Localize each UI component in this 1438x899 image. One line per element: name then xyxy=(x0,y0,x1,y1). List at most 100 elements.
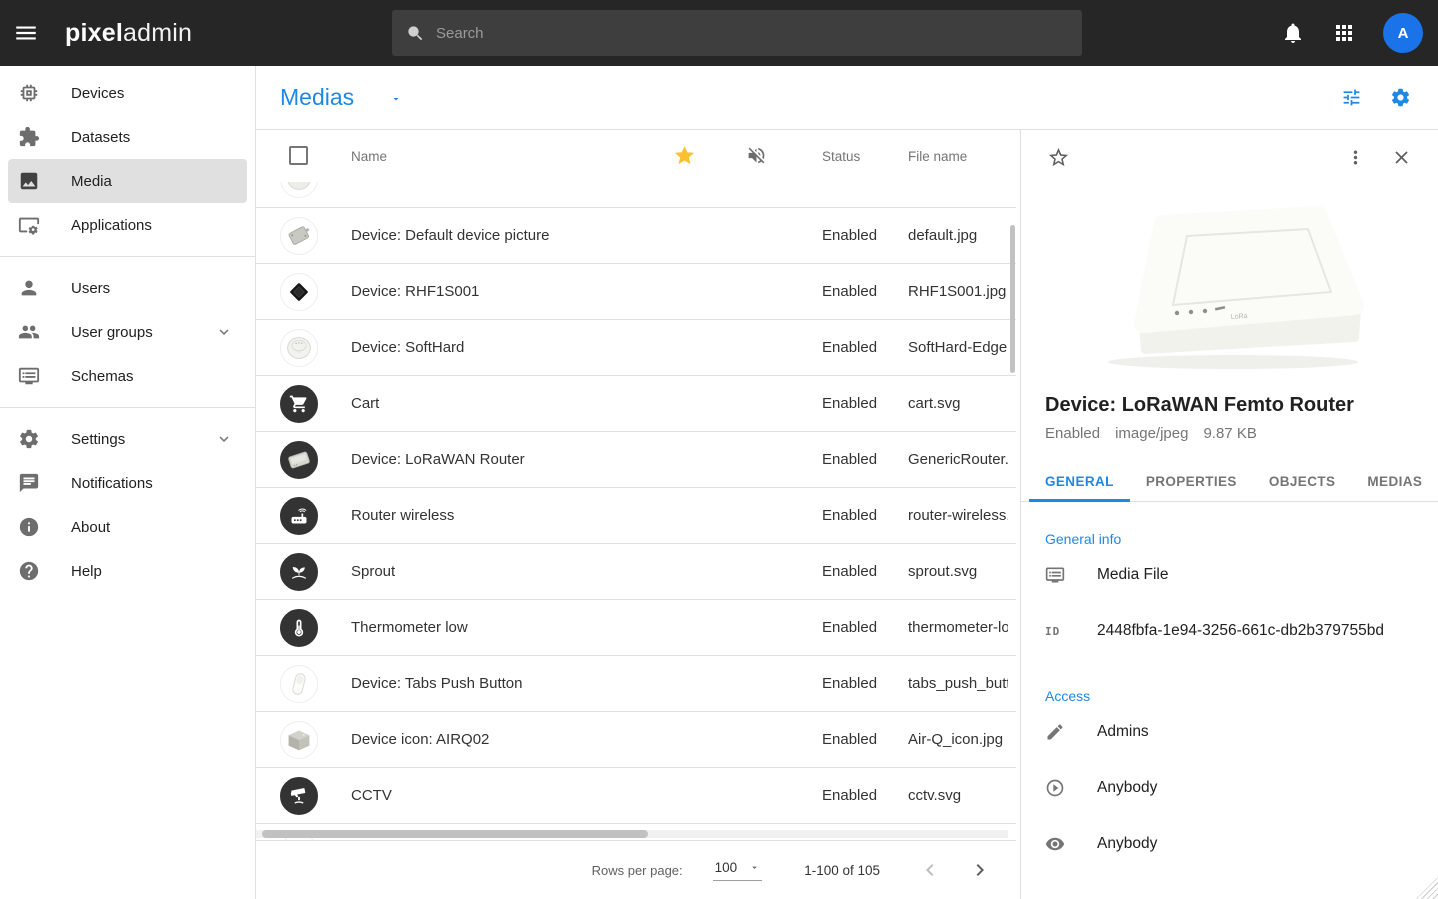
media-filename: SoftHard-EdgeEV xyxy=(908,339,1008,356)
horizontal-scrollbar-thumb[interactable] xyxy=(262,830,648,838)
vertical-scrollbar-thumb[interactable] xyxy=(1010,225,1015,373)
media-name: Sprout xyxy=(351,563,822,580)
media-filename: Air-Q_icon.jpg xyxy=(908,731,1008,748)
media-preview-image: LoRa xyxy=(1021,172,1438,380)
sidebar-item-help[interactable]: Help xyxy=(8,549,247,593)
favorite-star-icon[interactable] xyxy=(673,144,696,167)
info-icon xyxy=(18,516,40,538)
media-name: Device: RHF1S001 xyxy=(351,283,822,300)
close-icon[interactable] xyxy=(1391,147,1412,168)
media-status: Enabled xyxy=(822,507,908,524)
favorite-star-outline-icon[interactable] xyxy=(1047,146,1070,169)
media-status: Enabled xyxy=(822,339,908,356)
next-page-button[interactable] xyxy=(968,858,992,882)
sidebar-item-datasets[interactable]: Datasets xyxy=(8,115,247,159)
sidebar-item-about[interactable]: About xyxy=(8,505,247,549)
volume-off-icon[interactable] xyxy=(746,145,767,166)
table-row[interactable]: Device: SoftHard Enabled SoftHard-EdgeEV xyxy=(256,320,1016,376)
top-app-bar: pixeladmin A xyxy=(0,0,1438,66)
pencil-icon xyxy=(1045,722,1065,742)
media-name: CCTV xyxy=(351,787,822,804)
select-caret-icon xyxy=(749,862,760,873)
table-row[interactable]: Device: LoRaWAN Router Enabled GenericRo… xyxy=(256,432,1016,488)
chip-icon xyxy=(18,82,40,104)
column-header-name[interactable]: Name xyxy=(351,149,387,164)
title-dropdown-caret-icon[interactable] xyxy=(390,92,402,104)
table-row[interactable]: Thermometer low Enabled thermometer-low.… xyxy=(256,600,1016,656)
search-input[interactable] xyxy=(436,25,1068,42)
app-logo: pixeladmin xyxy=(65,19,192,48)
sidebar-item-schemas[interactable]: Schemas xyxy=(8,354,247,398)
table-row[interactable]: CCTV Enabled cctv.svg xyxy=(256,768,1016,824)
media-filename: cart.svg xyxy=(908,395,1008,412)
table-row[interactable]: Device: RHF1S001 Enabled RHF1S001.jpg xyxy=(256,264,1016,320)
media-thumbnail xyxy=(280,182,318,198)
table-row[interactable]: Device: Default device picture Enabled d… xyxy=(256,208,1016,264)
puzzle-icon xyxy=(18,126,40,148)
panel-info-row: ID 2448fbfa-1e94-3256-661c-db2b379755bd xyxy=(1045,603,1414,659)
sidebar-item-media[interactable]: Media xyxy=(8,159,247,203)
media-status: Enabled xyxy=(822,451,908,468)
table-row[interactable]: Router wireless Enabled router-wireless.… xyxy=(256,488,1016,544)
horizontal-scrollbar[interactable] xyxy=(256,830,1008,838)
media-name: Router wireless xyxy=(351,507,822,524)
media-thumbnail xyxy=(280,273,318,311)
tab-general[interactable]: GENERAL xyxy=(1029,461,1130,502)
table-pagination: Rows per page: 100 1-100 of 105 xyxy=(256,840,1016,899)
thermometer-icon xyxy=(280,609,318,647)
tab-properties[interactable]: PROPERTIES xyxy=(1130,461,1253,502)
column-header-status[interactable]: Status xyxy=(822,149,860,164)
select-all-checkbox[interactable] xyxy=(289,146,308,165)
media-status: Enabled xyxy=(822,731,908,748)
media-status: Enabled xyxy=(822,787,908,804)
sidebar-item-users[interactable]: Users xyxy=(8,266,247,310)
sidebar-item-notifications[interactable]: Notifications xyxy=(8,461,247,505)
apps-grid-icon[interactable] xyxy=(1332,21,1356,45)
notifications-bell-icon[interactable] xyxy=(1281,21,1305,45)
media-status: Enabled xyxy=(822,395,908,412)
panel-tabs: GENERALPROPERTIESOBJECTSMEDIAS xyxy=(1021,461,1438,502)
settings-gear-icon[interactable] xyxy=(1390,87,1411,108)
media-name: Device: LoRaWAN Router xyxy=(351,451,822,468)
id-badge-icon: ID xyxy=(1045,621,1065,641)
section-heading-access: Access xyxy=(1045,688,1414,704)
media-filename: GenericRouter.png xyxy=(908,451,1008,468)
search-icon xyxy=(406,24,425,43)
table-row[interactable]: Cart Enabled cart.svg xyxy=(256,376,1016,432)
tab-medias[interactable]: MEDIAS xyxy=(1351,461,1438,502)
media-filename: cctv.svg xyxy=(908,787,1008,804)
sidebar-divider xyxy=(0,256,255,257)
sidebar-item-applications[interactable]: Applications xyxy=(8,203,247,247)
chevron-down-icon xyxy=(215,323,233,341)
media-status: Enabled xyxy=(822,227,908,244)
panel-info-row: Anybody xyxy=(1045,816,1414,872)
media-file-size: 9.87 KB xyxy=(1203,425,1256,442)
rows-per-page-select[interactable]: 100 xyxy=(713,860,763,881)
sidebar-item-user-groups[interactable]: User groups xyxy=(8,310,247,354)
media-status: Enabled xyxy=(822,283,908,300)
table-row[interactable]: Sprout Enabled sprout.svg xyxy=(256,544,1016,600)
media-status: Enabled xyxy=(822,675,908,692)
media-thumbnail xyxy=(280,665,318,703)
media-status: Enabled xyxy=(822,619,908,636)
filter-tune-icon[interactable] xyxy=(1341,87,1362,108)
page-title[interactable]: Medias xyxy=(280,84,354,111)
panel-info-row: Admins xyxy=(1045,704,1414,760)
clipped-row-top[interactable] xyxy=(256,182,1016,208)
person-icon xyxy=(18,277,40,299)
tab-objects[interactable]: OBJECTS xyxy=(1253,461,1352,502)
panel-info-row: Anybody xyxy=(1045,760,1414,816)
user-avatar[interactable]: A xyxy=(1383,13,1423,53)
column-header-filename[interactable]: File name xyxy=(908,149,967,164)
table-row[interactable]: Device: Tabs Push Button Enabled tabs_pu… xyxy=(256,656,1016,712)
media-name: Device: SoftHard xyxy=(351,339,822,356)
more-options-kebab-icon[interactable] xyxy=(1345,147,1366,168)
table-row[interactable]: Device icon: AIRQ02 Enabled Air-Q_icon.j… xyxy=(256,712,1016,768)
media-filename: tabs_push_button.png xyxy=(908,675,1008,692)
menu-icon[interactable] xyxy=(13,20,39,46)
cart-icon xyxy=(280,385,318,423)
previous-page-button[interactable] xyxy=(918,858,942,882)
sidebar-item-devices[interactable]: Devices xyxy=(8,71,247,115)
sidebar-item-settings[interactable]: Settings xyxy=(8,417,247,461)
app-gear-icon xyxy=(18,214,40,236)
